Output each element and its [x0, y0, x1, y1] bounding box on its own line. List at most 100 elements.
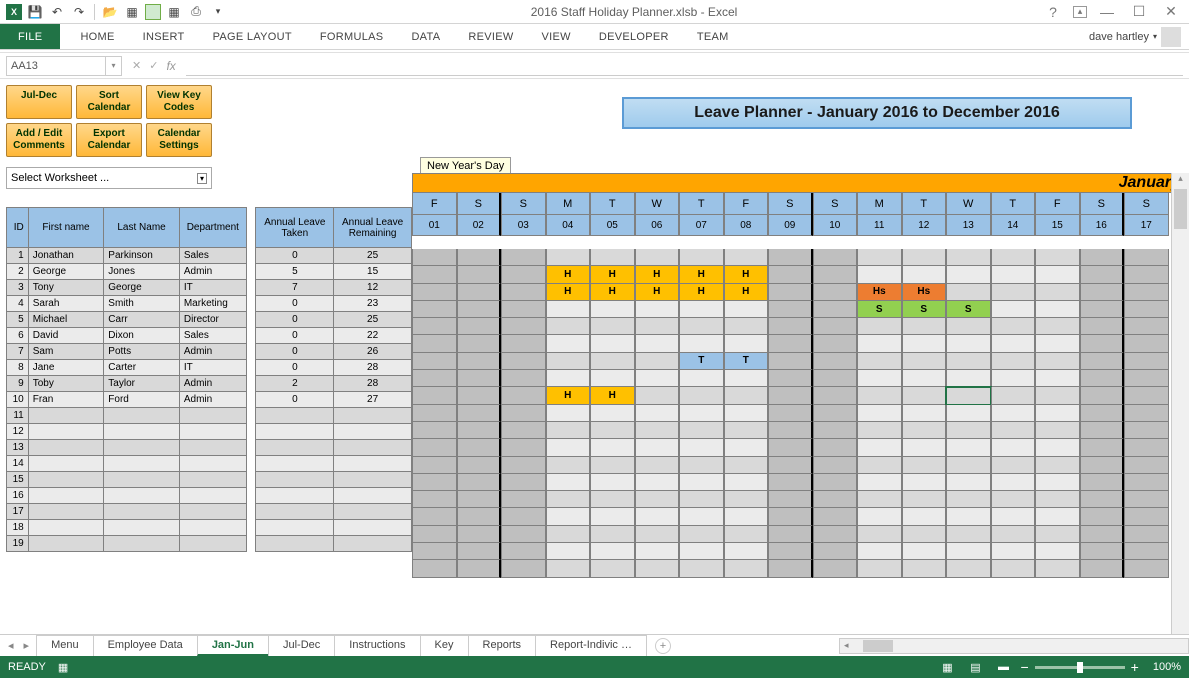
- calendar-cell[interactable]: [635, 422, 680, 439]
- calendar-cell[interactable]: [635, 370, 680, 387]
- calendar-cell[interactable]: [991, 422, 1036, 439]
- calendar-cell[interactable]: [1124, 301, 1169, 318]
- calendar-cell[interactable]: [590, 508, 635, 525]
- calendar-cell[interactable]: [546, 560, 591, 577]
- calendar-cell[interactable]: H: [546, 387, 591, 404]
- calendar-cell[interactable]: [679, 560, 724, 577]
- calendar-cell[interactable]: [546, 526, 591, 543]
- pivot-icon[interactable]: ▦: [123, 3, 141, 21]
- calendar-cell[interactable]: [1124, 353, 1169, 370]
- calendar-cell[interactable]: [813, 508, 858, 525]
- calendar-cell[interactable]: [457, 526, 502, 543]
- calendar-cell[interactable]: [902, 457, 947, 474]
- calendar-cell[interactable]: [946, 353, 991, 370]
- calendar-cell[interactable]: [768, 266, 813, 283]
- calendar-cell[interactable]: [1035, 387, 1080, 404]
- calendar-cell[interactable]: [635, 353, 680, 370]
- calendar-cell[interactable]: [546, 457, 591, 474]
- calendar-cell[interactable]: [590, 543, 635, 560]
- sheet-tab-instructions[interactable]: Instructions: [334, 635, 420, 656]
- calendar-cell[interactable]: [501, 491, 546, 508]
- calendar-cell[interactable]: [1124, 405, 1169, 422]
- calendar-cell[interactable]: [902, 560, 947, 577]
- cell-firstname[interactable]: Sam: [28, 344, 104, 360]
- calendar-cell[interactable]: [724, 439, 769, 456]
- calendar-cell[interactable]: [1080, 560, 1125, 577]
- calendar-cell[interactable]: [768, 474, 813, 491]
- cell-leave-remaining[interactable]: 25: [334, 248, 412, 264]
- calendar-cell[interactable]: [768, 457, 813, 474]
- calendar-cell[interactable]: S: [902, 301, 947, 318]
- calendar-cell[interactable]: [679, 543, 724, 560]
- calendar-cell[interactable]: [1080, 508, 1125, 525]
- col-lastname[interactable]: Last Name: [104, 208, 180, 248]
- ribbon-options-icon[interactable]: ▴: [1073, 6, 1087, 18]
- cell-leave-remaining[interactable]: 22: [334, 328, 412, 344]
- calendar-cell[interactable]: [813, 370, 858, 387]
- calendar-cell[interactable]: [857, 405, 902, 422]
- calendar-cell[interactable]: [902, 335, 947, 352]
- day-header[interactable]: S16: [1080, 193, 1125, 236]
- calendar-cell[interactable]: [501, 474, 546, 491]
- calendar-cell[interactable]: [546, 249, 591, 266]
- calendar-cell[interactable]: [813, 474, 858, 491]
- calendar-cell[interactable]: [768, 543, 813, 560]
- calendar-cell[interactable]: [1080, 491, 1125, 508]
- cell-department[interactable]: Admin: [179, 392, 246, 408]
- calendar-cell[interactable]: [1035, 335, 1080, 352]
- calendar-cell[interactable]: [768, 249, 813, 266]
- calendar-cell[interactable]: [991, 526, 1036, 543]
- calendar-cell[interactable]: [946, 387, 991, 404]
- calendar-cell[interactable]: [813, 439, 858, 456]
- calendar-cell[interactable]: [946, 249, 991, 266]
- calendar-cell[interactable]: [813, 266, 858, 283]
- cell-lastname[interactable]: George: [104, 280, 180, 296]
- cell-firstname[interactable]: Sarah: [28, 296, 104, 312]
- calendar-cell[interactable]: [457, 457, 502, 474]
- calendar-cell[interactable]: [857, 266, 902, 283]
- calendar-cell[interactable]: [902, 353, 947, 370]
- calendar-cell[interactable]: [857, 249, 902, 266]
- calendar-cell[interactable]: H: [679, 266, 724, 283]
- calendar-cell[interactable]: [590, 491, 635, 508]
- sheet-tab-key[interactable]: Key: [420, 635, 469, 656]
- cell-firstname[interactable]: George: [28, 264, 104, 280]
- cell-lastname[interactable]: Jones: [104, 264, 180, 280]
- calendar-cell[interactable]: [902, 370, 947, 387]
- calendar-cell[interactable]: [813, 335, 858, 352]
- calendar-cell[interactable]: [501, 405, 546, 422]
- calendar-cell[interactable]: [501, 284, 546, 301]
- calendar-cell[interactable]: [635, 439, 680, 456]
- calendar-cell[interactable]: [412, 335, 457, 352]
- cell-id[interactable]: 11: [7, 408, 29, 424]
- calendar-cell[interactable]: [1080, 318, 1125, 335]
- calendar-cell[interactable]: [590, 439, 635, 456]
- page-break-view-icon[interactable]: ▬: [992, 659, 1014, 675]
- calendar-cell[interactable]: [902, 508, 947, 525]
- calendar-cell[interactable]: [1124, 266, 1169, 283]
- cell-department[interactable]: Admin: [179, 264, 246, 280]
- calendar-cell[interactable]: [1080, 249, 1125, 266]
- tab-insert[interactable]: INSERT: [129, 24, 199, 49]
- calendar-cell[interactable]: [457, 405, 502, 422]
- calendar-cell[interactable]: [635, 543, 680, 560]
- calendar-cell[interactable]: [857, 491, 902, 508]
- calendar-cell[interactable]: [991, 353, 1036, 370]
- calendar-cell[interactable]: [991, 370, 1036, 387]
- calendar-cell[interactable]: [412, 387, 457, 404]
- calendar-cell[interactable]: [724, 457, 769, 474]
- page-layout-view-icon[interactable]: ▤: [964, 659, 986, 675]
- calendar-cell[interactable]: [991, 318, 1036, 335]
- calendar-cell[interactable]: Hs: [857, 284, 902, 301]
- calendar-cell[interactable]: T: [724, 353, 769, 370]
- calendar-cell[interactable]: [679, 370, 724, 387]
- calendar-cell[interactable]: [768, 405, 813, 422]
- tab-formulas[interactable]: FORMULAS: [306, 24, 398, 49]
- calendar-cell[interactable]: [679, 508, 724, 525]
- calendar-cell[interactable]: [679, 387, 724, 404]
- calendar-cell[interactable]: [991, 405, 1036, 422]
- cancel-formula-icon[interactable]: ✕: [132, 59, 141, 72]
- normal-view-icon[interactable]: ▦: [936, 659, 958, 675]
- name-box-dropdown-icon[interactable]: ▾: [106, 56, 122, 76]
- calendar-cell[interactable]: [991, 266, 1036, 283]
